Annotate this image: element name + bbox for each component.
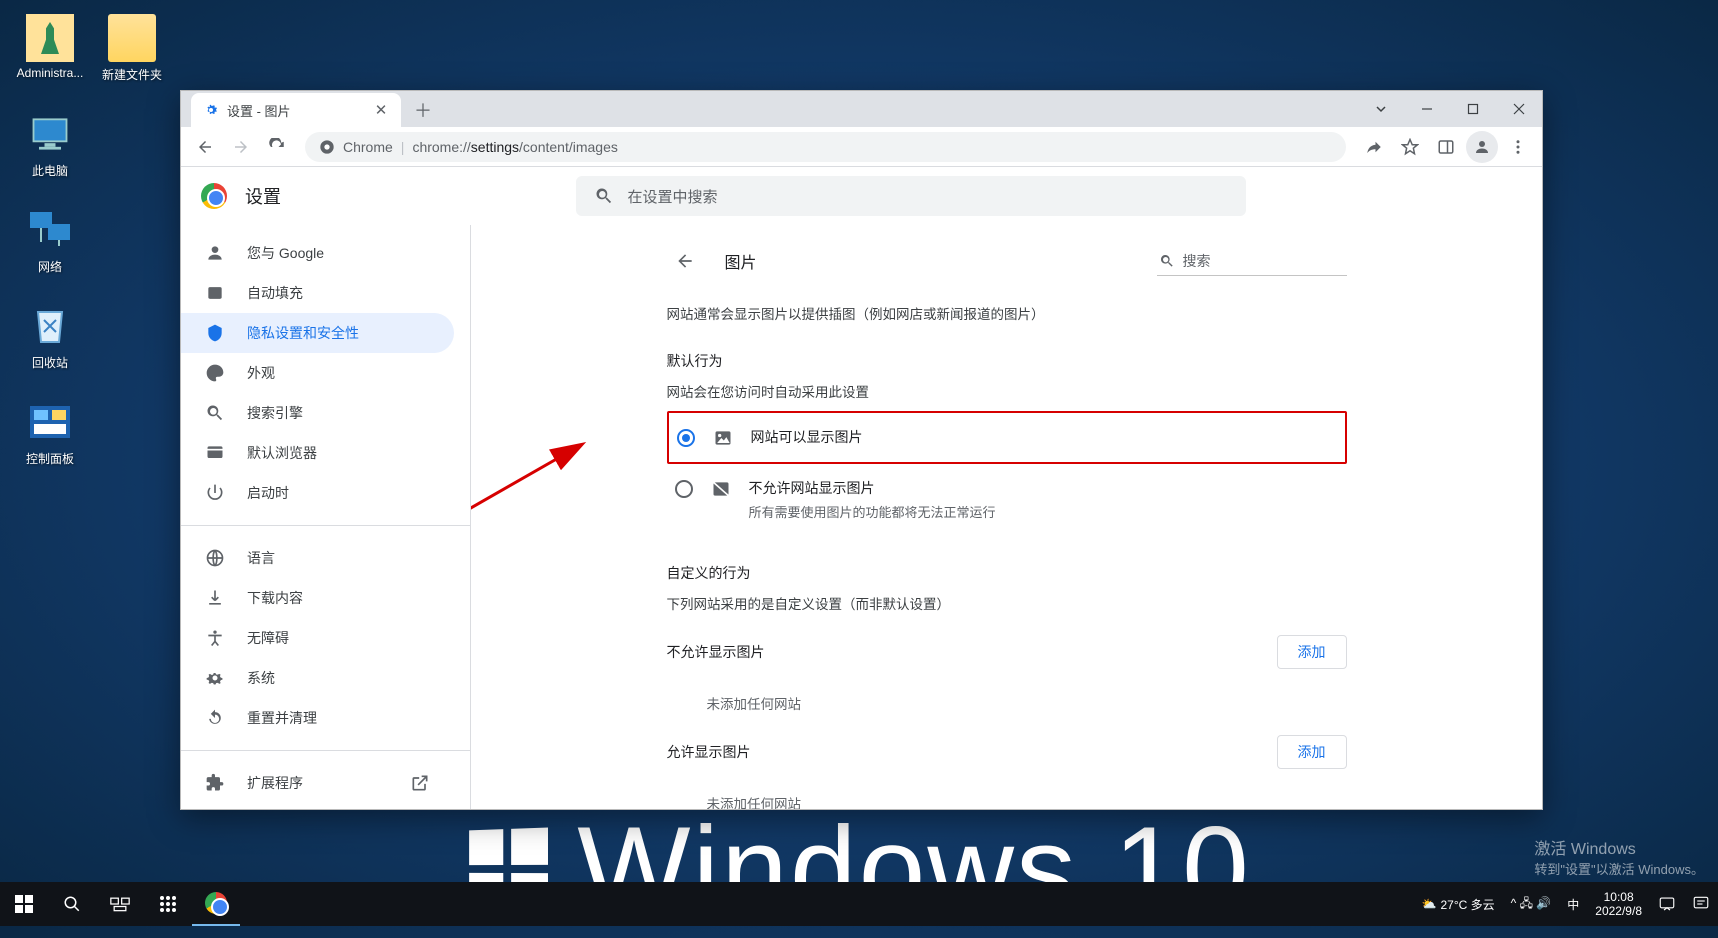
taskbar-apps-button[interactable]	[144, 882, 192, 926]
tab-title: 设置 - 图片	[227, 101, 291, 120]
chrome-icon	[319, 139, 335, 155]
taskbar-clock[interactable]: 10:08 2022/9/8	[1587, 882, 1650, 926]
desktop-icon-recycle-bin[interactable]: 回收站	[12, 302, 88, 371]
sidebar-item-extensions[interactable]: 扩展程序	[181, 763, 454, 803]
sidebar-item-on-startup[interactable]: 启动时	[181, 473, 454, 513]
radio-allow-images[interactable]: 网站可以显示图片	[667, 411, 1347, 464]
image-off-icon	[711, 479, 731, 499]
radio-block-images[interactable]: 不允许网站显示图片 所有需要使用图片的功能都将无法正常运行	[667, 464, 1347, 535]
block-list-empty: 未添加任何网站	[707, 693, 1347, 713]
window-maximize-button[interactable]	[1450, 91, 1496, 127]
chrome-window: 设置 - 图片 ✕ ＋ Chrome | chrome://settings/c…	[180, 90, 1543, 810]
sidebar-item-languages[interactable]: 语言	[181, 538, 454, 578]
tab-close-button[interactable]: ✕	[373, 102, 389, 118]
allow-list-title: 允许显示图片	[667, 742, 751, 762]
browser-tab[interactable]: 设置 - 图片 ✕	[191, 93, 401, 127]
taskbar-weather[interactable]: ⛅ 27°C 多云	[1414, 882, 1503, 926]
chrome-logo-icon	[201, 183, 227, 209]
radio-icon	[677, 429, 695, 447]
sidebar-item-autofill[interactable]: 自动填充	[181, 273, 454, 313]
desktop-icon-administrator[interactable]: Administra...	[12, 14, 88, 80]
sidebar-item-system[interactable]: 系统	[181, 658, 454, 698]
taskbar-chrome-button[interactable]	[192, 882, 240, 926]
chrome-menu-button[interactable]	[1502, 131, 1534, 163]
taskbar: ⛅ 27°C 多云 ^ 🖧 🔊 中 10:08 2022/9/8	[0, 882, 1718, 926]
page-title: 图片	[725, 249, 757, 273]
taskbar-search-button[interactable]	[48, 882, 96, 926]
sidebar-item-privacy[interactable]: 隐私设置和安全性	[181, 313, 454, 353]
sidebar-item-you-and-google[interactable]: 您与 Google	[181, 233, 454, 273]
section-custom: 自定义的行为	[667, 563, 1347, 583]
sidebar-item-downloads[interactable]: 下载内容	[181, 578, 454, 618]
add-allow-site-button[interactable]: 添加	[1277, 735, 1347, 769]
desktop-icon-this-pc[interactable]: 此电脑	[12, 110, 88, 179]
sidebar-item-appearance[interactable]: 外观	[181, 353, 454, 393]
address-bar[interactable]: Chrome | chrome://settings/content/image…	[305, 132, 1346, 162]
allow-list-empty: 未添加任何网站	[707, 793, 1347, 809]
radio-icon	[675, 480, 693, 498]
taskbar-ime[interactable]: 中	[1559, 882, 1587, 926]
sidebar-item-reset[interactable]: 重置并清理	[181, 698, 454, 738]
radio-block-label: 不允许网站显示图片	[749, 478, 996, 498]
add-block-site-button[interactable]: 添加	[1277, 635, 1347, 669]
task-view-button[interactable]	[96, 882, 144, 926]
share-button[interactable]	[1358, 131, 1390, 163]
page-description: 网站通常会显示图片以提供插图（例如网店或新闻报道的图片）	[667, 303, 1347, 323]
sidebar-item-search-engine[interactable]: 搜索引擎	[181, 393, 454, 433]
titlebar: 设置 - 图片 ✕ ＋	[181, 91, 1542, 127]
section-default-behavior-sub: 网站会在您访问时自动采用此设置	[667, 381, 1347, 401]
window-dropdown-button[interactable]	[1358, 91, 1404, 127]
sidebar-item-about[interactable]: 关于 Chrome	[181, 803, 454, 809]
window-minimize-button[interactable]	[1404, 91, 1450, 127]
activate-windows-watermark: 激活 Windows 转到"设置"以激活 Windows。	[1534, 835, 1704, 878]
settings-search-input[interactable]: 在设置中搜索	[576, 176, 1246, 216]
settings-sidebar: 您与 Google 自动填充 隐私设置和安全性 外观 搜索引擎 默认浏览器 启动…	[181, 225, 471, 809]
search-icon	[594, 186, 614, 206]
toolbar: Chrome | chrome://settings/content/image…	[181, 127, 1542, 167]
window-close-button[interactable]	[1496, 91, 1542, 127]
taskbar-notifications-button[interactable]	[1650, 882, 1684, 926]
annotation-arrow	[471, 425, 611, 585]
inline-search-input[interactable]: 搜索	[1157, 247, 1347, 276]
radio-allow-label: 网站可以显示图片	[751, 427, 863, 447]
settings-header: 设置 在设置中搜索	[181, 167, 1542, 225]
radio-block-sublabel: 所有需要使用图片的功能都将无法正常运行	[749, 502, 996, 521]
settings-content: 图片 搜索 网站通常会显示图片以提供插图（例如网店或新闻报道的图片） 默认行为 …	[471, 225, 1542, 809]
image-icon	[713, 428, 733, 448]
external-link-icon	[410, 773, 430, 793]
sidebar-item-default-browser[interactable]: 默认浏览器	[181, 433, 454, 473]
profile-button[interactable]	[1466, 131, 1498, 163]
section-default-behavior: 默认行为	[667, 351, 1347, 371]
section-custom-sub: 下列网站采用的是自定义设置（而非默认设置）	[667, 593, 1347, 613]
sidebar-item-accessibility[interactable]: 无障碍	[181, 618, 454, 658]
settings-title: 设置	[245, 183, 281, 209]
desktop-icon-control-panel[interactable]: 控制面板	[12, 398, 88, 467]
start-button[interactable]	[0, 882, 48, 926]
side-panel-button[interactable]	[1430, 131, 1462, 163]
nav-forward-button[interactable]	[225, 131, 257, 163]
search-icon	[1159, 253, 1175, 269]
nav-reload-button[interactable]	[261, 131, 293, 163]
weather-icon: ⛅	[1422, 897, 1437, 911]
tray-icons[interactable]: ^ 🖧 🔊	[1503, 882, 1560, 926]
desktop-icon-network[interactable]: 网络	[12, 206, 88, 275]
block-list-title: 不允许显示图片	[667, 642, 765, 662]
nav-back-button[interactable]	[189, 131, 221, 163]
gear-icon	[203, 102, 219, 118]
desktop-icon-new-folder[interactable]: 新建文件夹	[94, 14, 170, 83]
bookmark-button[interactable]	[1394, 131, 1426, 163]
page-back-button[interactable]	[667, 243, 703, 279]
new-tab-button[interactable]: ＋	[409, 96, 437, 124]
taskbar-action-center-button[interactable]	[1684, 882, 1718, 926]
